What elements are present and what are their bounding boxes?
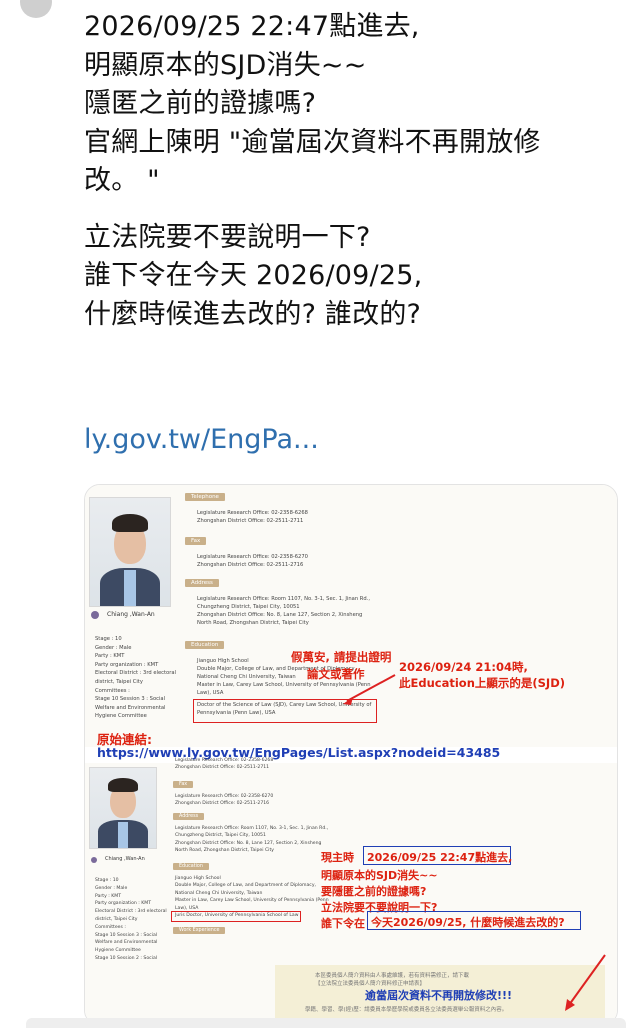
post-body: 2026/09/25 22:47點進去, 明顯原本的SJD消失~~ 隱匿之前的證…	[84, 8, 624, 334]
post-link[interactable]: ly.gov.tw/EngPa...	[84, 424, 319, 455]
post-line: 明顯原本的SJD消失~~	[84, 49, 367, 81]
post-line: 2026/09/25 22:47點進去,	[84, 11, 420, 42]
post-line: 立法院要不要說明一下?	[84, 221, 371, 253]
post-line: 改。 "	[84, 165, 160, 196]
annotation-arrows	[343, 674, 606, 1011]
post-line: 官網上陳明 "逾當屆次資料不再開放修	[84, 126, 541, 158]
post-line: 誰下令在今天 2026/09/25,	[84, 260, 423, 291]
attached-image[interactable]: Chiang ,Wan-An Stage : 10 Gender : Male P…	[84, 484, 618, 1026]
reply-bar[interactable]	[26, 1018, 626, 1028]
post-line: 什麼時候進去改的? 誰改的?	[84, 298, 422, 330]
author-avatar[interactable]	[20, 0, 52, 18]
post-line: 隱匿之前的證據嗎?	[84, 88, 317, 119]
